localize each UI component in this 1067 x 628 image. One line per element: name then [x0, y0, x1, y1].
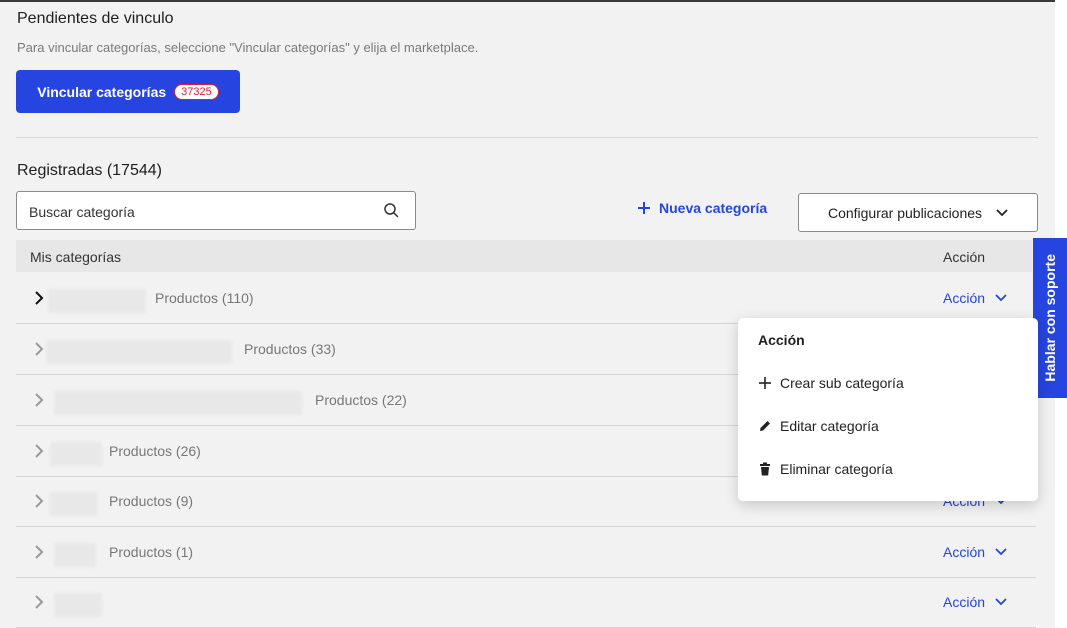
registered-title: Registradas (17544) — [17, 162, 162, 179]
category-name: Productos (22) — [315, 392, 407, 408]
new-category-button[interactable]: Nueva categoría — [637, 200, 767, 216]
trash-icon — [760, 462, 770, 476]
chevron-right-icon[interactable] — [34, 291, 44, 305]
menu-item-label: Editar categoría — [780, 418, 879, 434]
table-row[interactable]: Productos (1) Acción — [16, 527, 1036, 578]
category-name: Productos (26) — [109, 443, 201, 459]
support-label: Hablar con soporte — [1042, 254, 1058, 382]
action-label: Acción — [943, 544, 986, 560]
menu-item-create-subcategory[interactable]: Crear sub categoría — [758, 375, 904, 391]
action-label: Acción — [943, 290, 986, 306]
action-dropdown[interactable]: Acción — [943, 594, 1007, 610]
chevron-down-icon — [995, 294, 1007, 302]
menu-item-label: Crear sub categoría — [780, 375, 904, 391]
action-menu: Acción Crear sub categoría Editar catego… — [738, 318, 1038, 501]
chevron-right-icon[interactable] — [34, 444, 44, 458]
action-dropdown[interactable]: Acción — [943, 544, 1007, 560]
column-my-categories: Mis categorías — [30, 249, 122, 265]
chevron-down-icon — [995, 548, 1007, 556]
chevron-right-icon[interactable] — [34, 494, 44, 508]
search-input[interactable] — [27, 192, 371, 231]
category-name: Productos (9) — [109, 493, 194, 509]
section-divider — [16, 137, 1038, 138]
column-action: Acción — [943, 249, 986, 265]
table-row[interactable]: Productos (110) Acción — [16, 273, 1036, 324]
menu-item-edit-category[interactable]: Editar categoría — [758, 418, 879, 434]
new-category-label: Nueva categoría — [659, 200, 768, 216]
configure-publications-label: Configurar publicaciones — [827, 204, 983, 221]
chevron-down-icon — [996, 208, 1008, 216]
pending-title: Pendientes de vinculo — [17, 10, 174, 27]
category-name: Productos (33) — [244, 341, 336, 357]
table-row[interactable]: Acción — [16, 577, 1036, 628]
redacted-category-name — [50, 492, 98, 516]
search-icon[interactable] — [383, 202, 399, 218]
chevron-right-icon[interactable] — [34, 595, 44, 609]
redacted-category-name — [46, 340, 232, 364]
configure-publications-dropdown[interactable]: Configurar publicaciones — [798, 193, 1038, 232]
action-label: Acción — [943, 594, 986, 610]
menu-item-delete-category[interactable]: Eliminar categoría — [758, 461, 893, 477]
redacted-category-name — [54, 543, 96, 567]
chevron-down-icon — [995, 598, 1007, 606]
pending-count-badge: 37325 — [174, 83, 219, 100]
redacted-category-name — [50, 442, 102, 466]
pending-subtitle: Para vincular categorías, seleccione "Vi… — [17, 40, 479, 55]
link-categories-button[interactable]: Vincular categorías 37325 — [16, 70, 240, 113]
category-search-box[interactable] — [16, 191, 416, 231]
redacted-category-name — [54, 593, 102, 617]
category-name: Productos (1) — [109, 544, 194, 560]
redacted-category-name — [48, 289, 146, 313]
chevron-right-icon[interactable] — [34, 342, 44, 356]
support-tab-button[interactable]: Hablar con soporte — [1033, 238, 1067, 398]
plus-icon — [759, 377, 771, 389]
redacted-category-name — [54, 391, 302, 415]
table-header: Mis categorías Acción — [16, 240, 1032, 272]
top-border — [0, 0, 1055, 2]
plus-icon — [638, 202, 650, 214]
action-menu-title: Acción — [758, 332, 805, 348]
link-categories-label: Vincular categorías — [37, 83, 167, 100]
chevron-right-icon[interactable] — [34, 393, 44, 407]
category-name: Productos (110) — [155, 290, 254, 306]
pencil-icon — [760, 421, 770, 431]
action-dropdown[interactable]: Acción — [943, 290, 1007, 306]
chevron-right-icon[interactable] — [34, 545, 44, 559]
menu-item-label: Eliminar categoría — [780, 461, 893, 477]
